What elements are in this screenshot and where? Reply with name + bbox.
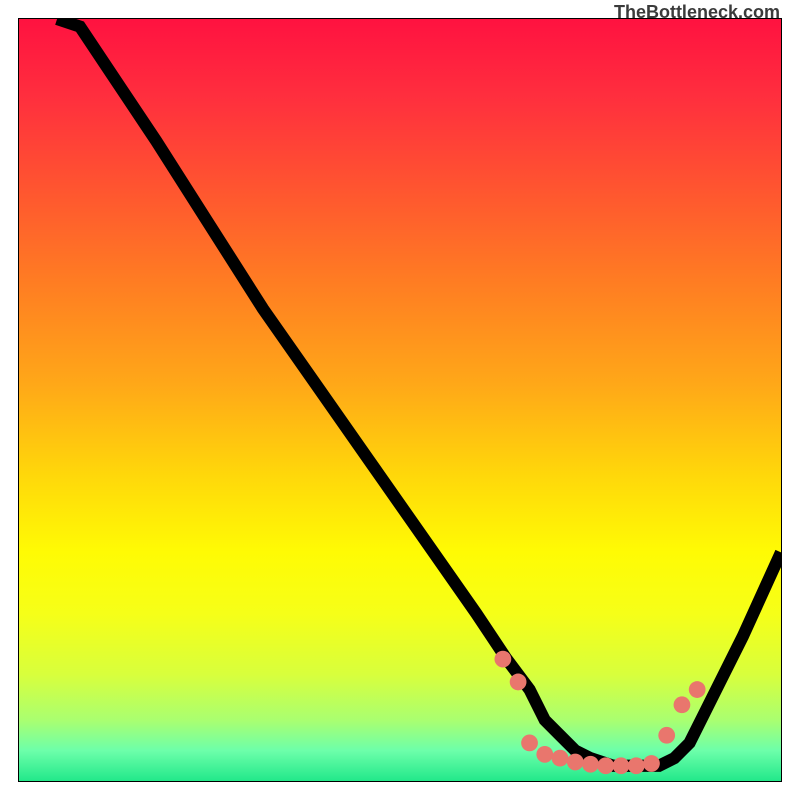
trough-point: [510, 674, 527, 691]
trough-point: [536, 746, 553, 763]
bottleneck-curve: [57, 19, 781, 766]
trough-point: [658, 727, 675, 744]
trough-point: [552, 750, 569, 767]
trough-point: [567, 754, 584, 771]
trough-point: [674, 696, 691, 713]
trough-point: [643, 755, 660, 772]
chart-frame: [18, 18, 782, 782]
trough-point: [613, 757, 630, 774]
trough-point: [521, 735, 538, 752]
trough-point: [689, 681, 706, 698]
curve-layer: [19, 19, 781, 781]
trough-point: [494, 651, 511, 668]
trough-point: [628, 757, 645, 774]
trough-point: [582, 756, 599, 773]
trough-point: [597, 757, 614, 774]
